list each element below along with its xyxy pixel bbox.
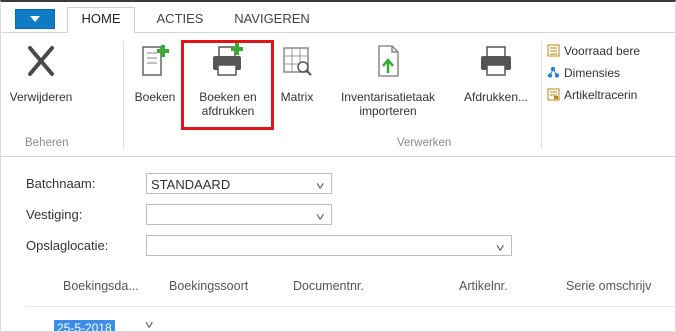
delete-button[interactable]: Verwijderen [7, 41, 75, 104]
column-header-item-no[interactable]: Artikelnr. [459, 279, 508, 293]
location-label: Vestiging: [26, 207, 83, 222]
post-button-label: Boeken [134, 90, 176, 104]
tracking-icon [547, 88, 560, 101]
grid-header-divider [26, 306, 675, 307]
column-header-entry-type[interactable]: Boekingssoort [169, 279, 248, 293]
chevron-down-icon [30, 16, 40, 22]
matrix-button-label: Matrix [280, 90, 314, 104]
import-inventory-task-button[interactable]: Inventarisatietaak importeren [324, 41, 452, 118]
app-window: HOME ACTIES NAVIGEREN Verwijderen Behere… [0, 0, 676, 332]
group-label-beheren: Beheren [25, 137, 69, 149]
ribbon: Verwijderen Beheren Boeken Boeken en afd… [1, 33, 675, 157]
column-header-document-no[interactable]: Documentnr. [293, 279, 364, 293]
dimensions-icon [547, 66, 560, 78]
bin-dropdown[interactable]: ˅ [146, 235, 512, 256]
import-icon [378, 45, 399, 77]
ribbon-tab-bar: HOME ACTIES NAVIGEREN [1, 2, 675, 35]
group-divider [123, 41, 124, 149]
column-header-serial-description[interactable]: Serie omschrijv [566, 279, 651, 293]
item-tracking-label: Artikeltracerin [564, 88, 638, 102]
group-divider [541, 41, 542, 149]
dimensions-label: Dimensies [564, 66, 621, 80]
tab-acties[interactable]: ACTIES [146, 8, 214, 32]
batch-name-label: Batchnaam: [26, 176, 96, 191]
item-tracking-button[interactable]: Artikeltracerin [547, 88, 637, 102]
dimensions-button[interactable]: Dimensies [547, 66, 620, 80]
tab-home[interactable]: HOME [67, 7, 135, 35]
chevron-down-icon[interactable]: ˅ [145, 320, 154, 331]
posting-date-cell[interactable]: 25-5-2018 [54, 320, 115, 331]
highlight-box [181, 40, 274, 130]
post-icon [142, 45, 169, 76]
app-menu-button[interactable] [15, 9, 55, 29]
tab-navigeren[interactable]: NAVIGEREN [224, 8, 320, 32]
chevron-down-icon: ˅ [315, 212, 325, 224]
location-dropdown[interactable]: ˅ [146, 204, 332, 225]
batch-name-value: STANDAARD [151, 177, 231, 192]
bin-label: Opslaglocatie: [26, 238, 109, 253]
print-button[interactable]: Afdrukken... [456, 41, 536, 104]
group-label-verwerken: Verwerken [397, 137, 452, 149]
batch-name-dropdown[interactable]: STANDAARD ˅ [146, 173, 332, 194]
import-inventory-task-label: Inventarisatietaak importeren [340, 90, 436, 118]
matrix-icon [283, 47, 312, 76]
delete-button-label: Verwijderen [9, 90, 73, 104]
delete-x-icon [28, 46, 54, 76]
print-button-label: Afdrukken... [463, 90, 529, 104]
column-header-posting-date[interactable]: Boekingsda... [63, 279, 139, 293]
printer-icon [481, 46, 511, 76]
post-button[interactable]: Boeken [131, 41, 179, 104]
inventory-calc-label: Voorraad bere [564, 44, 641, 58]
chevron-down-icon: ˅ [315, 181, 325, 193]
calc-icon [547, 44, 560, 57]
inventory-calc-button[interactable]: Voorraad bere [547, 44, 640, 58]
matrix-button[interactable]: Matrix [275, 41, 319, 104]
chevron-down-icon: ˅ [495, 243, 505, 255]
